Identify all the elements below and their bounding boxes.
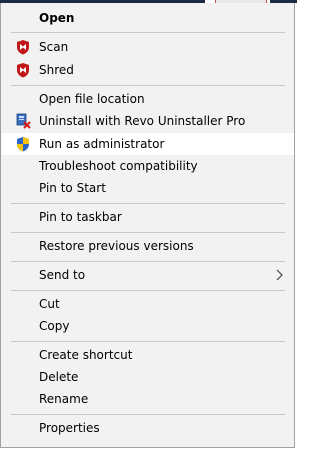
menu-item-troubleshoot-compatibility[interactable]: Troubleshoot compatibility bbox=[2, 155, 294, 177]
menu-item-label: Create shortcut bbox=[39, 348, 133, 362]
uac-shield-icon bbox=[17, 137, 29, 152]
menu-item-uninstall-revo[interactable]: Uninstall with Revo Uninstaller Pro bbox=[2, 110, 294, 132]
menu-item-run-as-administrator[interactable]: Run as administrator bbox=[2, 133, 294, 155]
menu-item-create-shortcut[interactable]: Create shortcut bbox=[2, 344, 294, 366]
menu-item-copy[interactable]: Copy bbox=[2, 315, 294, 337]
menu-separator bbox=[11, 203, 285, 204]
menu-separator bbox=[11, 341, 285, 342]
menu-item-open[interactable]: Open bbox=[2, 7, 294, 29]
menu-item-label: Troubleshoot compatibility bbox=[39, 159, 198, 173]
menu-item-label: Pin to taskbar bbox=[39, 210, 122, 224]
menu-item-delete[interactable]: Delete bbox=[2, 366, 294, 388]
menu-item-label: Open bbox=[39, 11, 75, 25]
menu-item-label: Cut bbox=[39, 297, 60, 311]
menu-item-label: Pin to Start bbox=[39, 181, 106, 195]
menu-item-label: Rename bbox=[39, 392, 89, 406]
menu-separator bbox=[11, 290, 285, 291]
menu-item-label: Uninstall with Revo Uninstaller Pro bbox=[39, 114, 246, 128]
menu-item-label: Run as administrator bbox=[39, 137, 165, 151]
menu-separator bbox=[11, 32, 285, 33]
mcafee-shield-icon bbox=[17, 40, 29, 55]
menu-item-scan[interactable]: Scan bbox=[2, 36, 294, 58]
menu-item-label: Properties bbox=[39, 421, 100, 435]
revo-uninstaller-icon bbox=[16, 113, 31, 129]
menu-item-restore-previous-versions[interactable]: Restore previous versions bbox=[2, 235, 294, 257]
menu-item-label: Shred bbox=[39, 63, 74, 77]
menu-item-cut[interactable]: Cut bbox=[2, 293, 294, 315]
mcafee-shield-icon bbox=[17, 63, 29, 78]
menu-separator bbox=[11, 261, 285, 262]
menu-item-label: Scan bbox=[39, 40, 69, 54]
menu-item-label: Send to bbox=[39, 268, 86, 282]
menu-item-pin-to-taskbar[interactable]: Pin to taskbar bbox=[2, 206, 294, 228]
menu-item-label: Copy bbox=[39, 319, 70, 333]
menu-separator bbox=[11, 85, 285, 86]
menu-item-label: Open file location bbox=[39, 92, 145, 106]
menu-item-shred[interactable]: Shred bbox=[2, 59, 294, 81]
menu-item-pin-to-start[interactable]: Pin to Start bbox=[2, 177, 294, 199]
menu-separator bbox=[11, 414, 285, 415]
menu-separator bbox=[11, 232, 285, 233]
menu-item-label: Delete bbox=[39, 370, 79, 384]
menu-item-rename[interactable]: Rename bbox=[2, 388, 294, 410]
chevron-right-icon bbox=[276, 269, 283, 281]
menu-item-open-file-location[interactable]: Open file location bbox=[2, 88, 294, 110]
menu-item-send-to[interactable]: Send to bbox=[2, 264, 294, 286]
menu-item-label: Restore previous versions bbox=[39, 239, 194, 253]
context-menu: Open Scan Shred Open file location Unins… bbox=[0, 3, 295, 448]
menu-item-properties[interactable]: Properties bbox=[2, 417, 294, 439]
